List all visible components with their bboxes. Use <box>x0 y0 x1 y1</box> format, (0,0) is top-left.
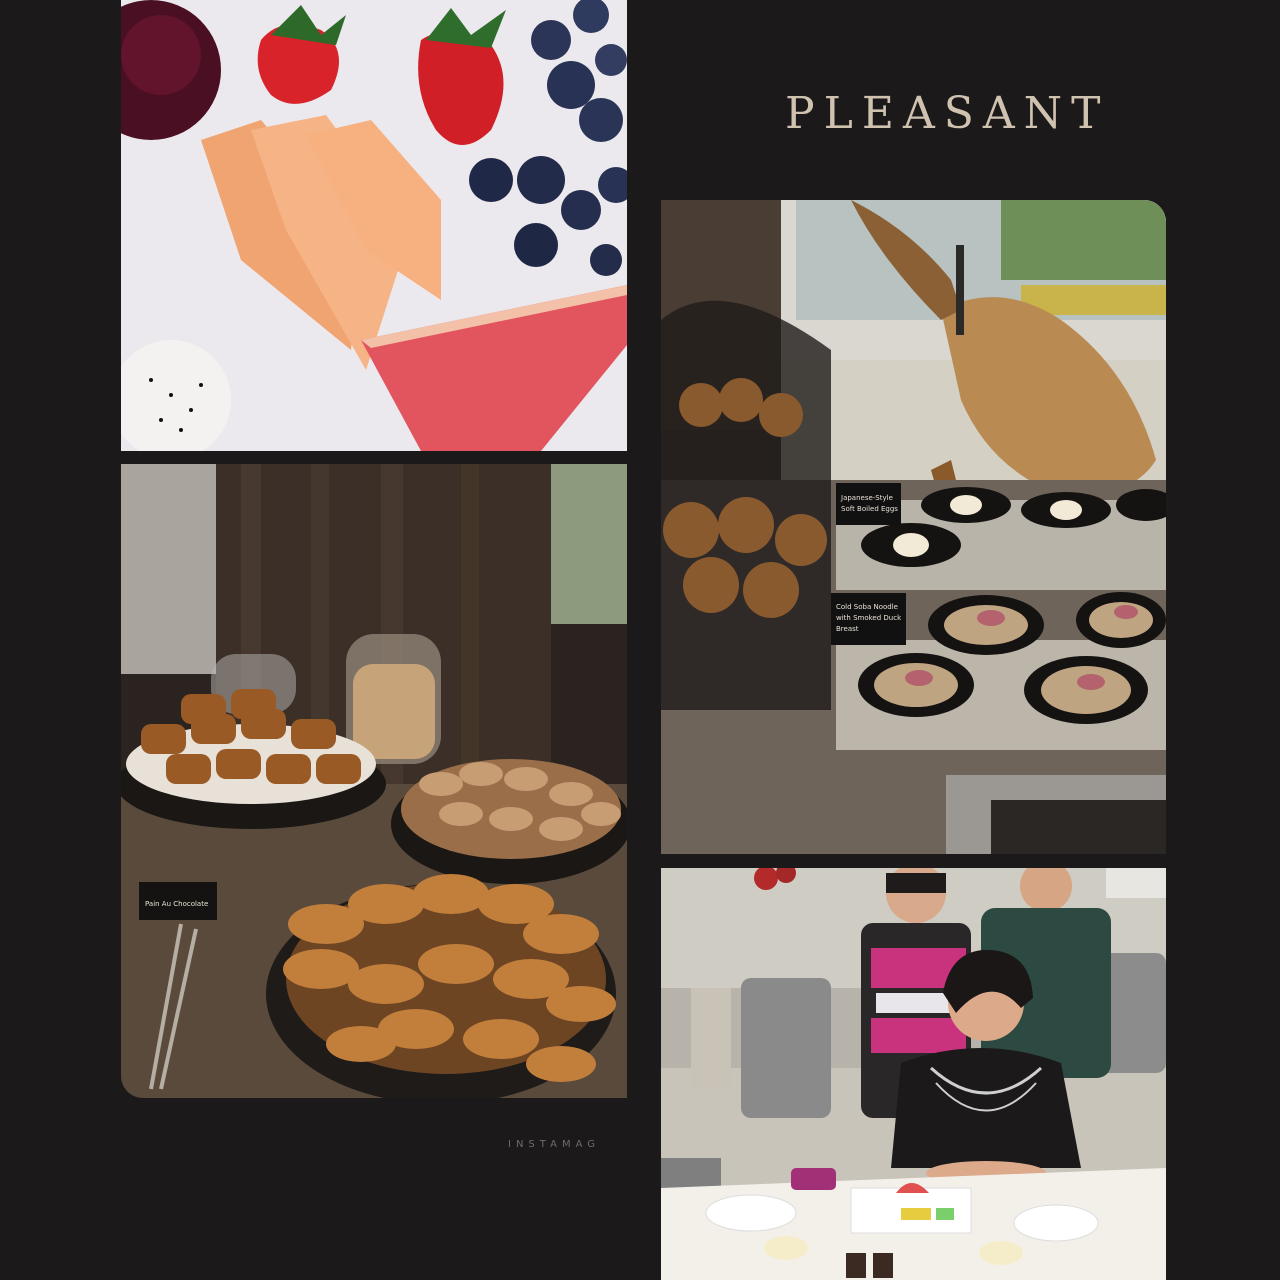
buffet-card-2-line-2: with Smoked Duck <box>836 614 902 622</box>
buffet-card-1-line-1: Japanese-Style <box>840 494 893 502</box>
watermark-text: INSTAMAG <box>508 1139 600 1150</box>
pastry-photo: Pain Au Chocolate <box>121 464 627 1098</box>
people-photo <box>661 868 1166 1280</box>
fruit-photo <box>121 0 627 451</box>
buffet-card-2-line-1: Cold Soba Noodle <box>836 603 898 611</box>
buffet-photo: Japanese-Style Soft Boiled Eggs Cold Sob… <box>661 200 1166 854</box>
buffet-card-1-line-2: Soft Boiled Eggs <box>841 505 898 513</box>
page-title: PLEASANT <box>785 88 1110 139</box>
buffet-card-2-line-3: Breast <box>836 625 859 633</box>
pastry-card-label: Pain Au Chocolate <box>145 900 208 908</box>
